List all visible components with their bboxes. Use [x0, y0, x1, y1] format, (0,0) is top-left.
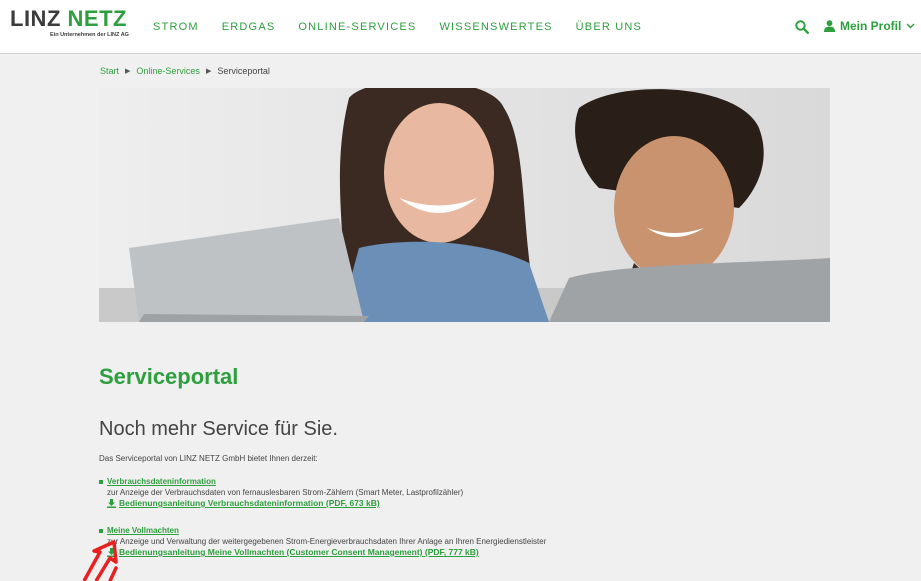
main-nav: STROM ERDGAS ONLINE-SERVICES WISSENSWERT…	[153, 20, 665, 34]
breadcrumb-separator-icon: ▶	[205, 68, 212, 75]
logo-word-linz: LINZ	[10, 6, 61, 31]
profile-label: Mein Profil	[840, 19, 902, 33]
section-subtitle: Noch mehr Service für Sie.	[99, 418, 338, 440]
intro-text: Das Serviceportal von LINZ NETZ GmbH bie…	[99, 454, 318, 463]
linz-netz-logo[interactable]: LINZ NETZ Ein Unternehmen der LINZ AG	[10, 6, 136, 50]
site-header: LINZ NETZ Ein Unternehmen der LINZ AG ST…	[0, 0, 921, 54]
nav-erdgas[interactable]: ERDGAS	[222, 20, 276, 34]
bullet-icon	[99, 479, 103, 484]
download-link-verbrauchsdateninformation[interactable]: Bedienungsanleitung Verbrauchsdateninfor…	[119, 498, 380, 509]
breadcrumb: Start ▶ Online-Services ▶ Serviceportal	[100, 66, 270, 76]
hero-photo-couple-laptop	[99, 88, 830, 322]
logo-subtitle: Ein Unternehmen der LINZ AG	[50, 32, 129, 38]
profile-menu[interactable]: Mein Profil	[824, 19, 915, 33]
logo-word-netz: NETZ	[67, 6, 127, 31]
user-icon	[824, 20, 835, 32]
nav-strom[interactable]: STROM	[153, 20, 199, 34]
hero-image	[99, 88, 830, 322]
search-icon[interactable]	[795, 20, 809, 34]
service-link-verbrauchsdateninformation[interactable]: Verbrauchsdateninformation	[107, 476, 216, 487]
nav-online-services[interactable]: ONLINE-SERVICES	[298, 20, 416, 34]
nav-wissenswertes[interactable]: WISSENSWERTES	[439, 20, 552, 34]
breadcrumb-online-services[interactable]: Online-Services	[136, 66, 200, 76]
bullet-icon	[99, 528, 103, 533]
service-item: Verbrauchsdateninformation zur Anzeige d…	[99, 476, 463, 509]
red-arrow-annotation-icon	[82, 540, 118, 581]
breadcrumb-current: Serviceportal	[217, 66, 270, 76]
service-description: zur Anzeige der Verbrauchsdaten von fern…	[107, 488, 464, 497]
download-icon	[107, 499, 116, 508]
chevron-down-icon	[906, 23, 915, 29]
download-link-meine-vollmachten[interactable]: Bedienungsanleitung Meine Vollmachten (C…	[119, 547, 479, 558]
breadcrumb-separator-icon: ▶	[125, 68, 131, 75]
service-description: zur Anzeige und Verwaltung der weitergeg…	[107, 537, 547, 546]
breadcrumb-start[interactable]: Start	[100, 66, 119, 76]
nav-ueber-uns[interactable]: ÜBER UNS	[576, 20, 642, 34]
service-link-meine-vollmachten[interactable]: Meine Vollmachten	[107, 525, 179, 536]
service-item: Meine Vollmachten zur Anzeige und Verwal…	[99, 525, 546, 558]
page-title: Serviceportal	[99, 364, 239, 389]
